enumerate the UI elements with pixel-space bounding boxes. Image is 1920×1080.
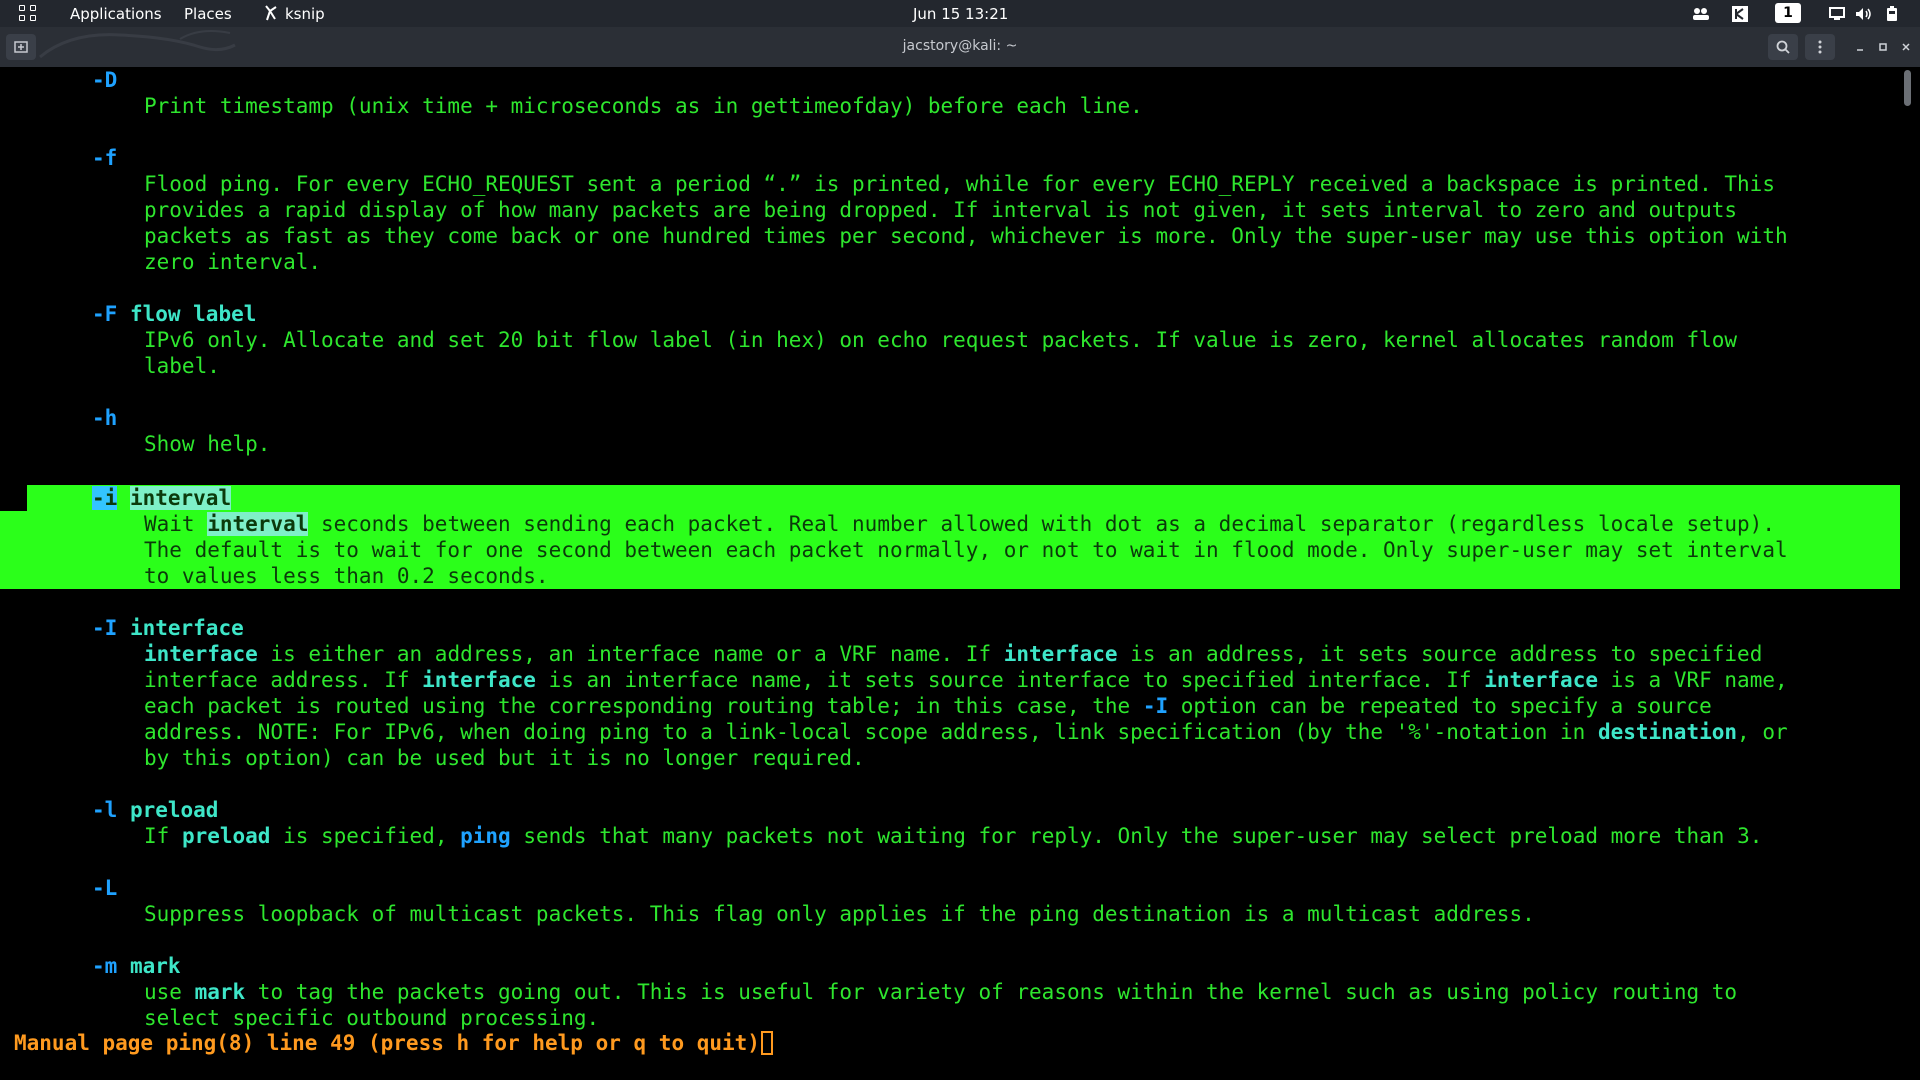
scrollbar-thumb[interactable] (1904, 70, 1911, 106)
places-menu[interactable]: Places (184, 5, 232, 23)
option-desc: by this option) can be used but it is no… (144, 746, 865, 770)
terminal-view[interactable]: -D Print timestamp (unix time + microsec… (0, 67, 1900, 1080)
window-title: jacstory@kali: ~ (902, 38, 1018, 54)
option-desc: select specific outbound processing. (144, 1006, 600, 1030)
option-flag: -h (92, 406, 118, 430)
search-icon (1776, 40, 1790, 54)
terminal-scrollbar[interactable] (1904, 70, 1912, 1076)
terminal-cursor (760, 1031, 773, 1055)
option-desc: each packet is routed using the correspo… (144, 694, 1712, 718)
option-desc: Print timestamp (unix time + microsecond… (144, 94, 1143, 118)
people-icon[interactable] (1690, 0, 1712, 27)
clock[interactable]: Jun 15 13:21 (913, 5, 1008, 23)
ksnip-tray-icon[interactable] (1729, 0, 1751, 27)
volume-icon[interactable] (1853, 0, 1875, 27)
workspace-badge[interactable]: 1 (1775, 3, 1801, 23)
kebab-menu-icon (1818, 40, 1822, 54)
option-flag: -I (92, 616, 118, 640)
top-panel: Applications Places ksnip Jun 15 13:21 1 (0, 0, 1920, 27)
applications-menu[interactable]: Applications (70, 5, 162, 23)
option-arg: mark (129, 954, 181, 978)
option-flag: -L (92, 876, 118, 900)
option-flag: -F (92, 302, 118, 326)
maximize-icon (1879, 43, 1887, 51)
option-desc: Flood ping. For every ECHO_REQUEST sent … (144, 172, 1775, 196)
option-arg: flow label (129, 302, 257, 326)
ksnip-app-icon[interactable] (264, 5, 278, 21)
option-flag: -f (92, 146, 118, 170)
option-desc: use mark to tag the packets going out. T… (144, 980, 1738, 1004)
option-arg: interval (129, 486, 232, 510)
terminal-titlebar[interactable]: jacstory@kali: ~ (0, 27, 1920, 67)
option-desc: If preload is specified, ping sends that… (144, 824, 1763, 848)
option-desc: zero interval. (144, 250, 322, 274)
option-desc: The default is to wait for one second be… (144, 538, 1788, 562)
display-icon[interactable] (1826, 0, 1848, 27)
active-app-name[interactable]: ksnip (285, 5, 325, 23)
minimize-icon (1857, 49, 1863, 51)
option-desc: Suppress loopback of multicast packets. … (144, 902, 1535, 926)
menu-button[interactable] (1805, 34, 1835, 60)
pager-status-line: Manual page ping(8) line 49 (press h for… (14, 1030, 773, 1056)
option-desc: packets as fast as they come back or one… (144, 224, 1788, 248)
close-button[interactable] (1896, 37, 1916, 57)
option-flag: -l (92, 798, 118, 822)
close-icon (1902, 43, 1910, 51)
battery-icon[interactable] (1881, 0, 1903, 27)
option-desc: address. NOTE: For IPv6, when doing ping… (144, 720, 1788, 744)
app-grid-icon[interactable] (19, 5, 37, 22)
option-desc: IPv6 only. Allocate and set 20 bit flow … (144, 328, 1738, 352)
option-desc: provides a rapid display of how many pac… (144, 198, 1738, 222)
option-flag: -i (92, 486, 118, 510)
option-flag: -m (92, 954, 118, 978)
option-desc: label. (144, 354, 220, 378)
option-desc: interface address. If interface is an in… (144, 668, 1788, 692)
option-arg: interface (129, 616, 244, 640)
option-desc: interface is either an address, an inter… (144, 642, 1763, 666)
minimize-button[interactable] (1850, 37, 1870, 57)
option-desc: to values less than 0.2 seconds. (144, 564, 549, 588)
option-flag: -D (92, 68, 118, 92)
search-button[interactable] (1768, 34, 1798, 60)
option-desc: Show help. (144, 432, 271, 456)
option-arg: preload (129, 798, 219, 822)
maximize-button[interactable] (1873, 37, 1893, 57)
bold-term: interval (207, 512, 309, 536)
